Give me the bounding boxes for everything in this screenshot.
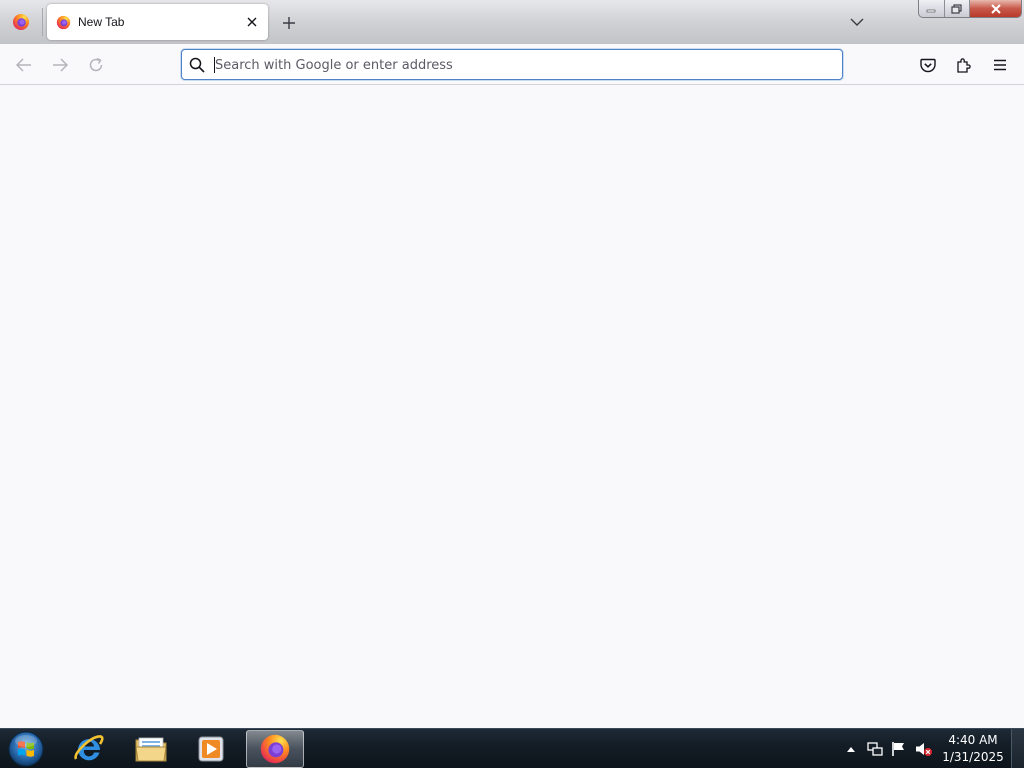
taskbar-clock[interactable]: 4:40 AM 1/31/2025 — [940, 732, 1006, 766]
tab-strip: New Tab — [0, 0, 1024, 44]
plus-icon — [283, 17, 295, 29]
taskbar-windows-explorer[interactable] — [122, 730, 180, 768]
clock-date: 1/31/2025 — [942, 750, 1004, 764]
taskbar-windows-media-player[interactable] — [182, 730, 240, 768]
network-icon — [867, 742, 883, 756]
save-to-pocket-button[interactable] — [916, 53, 940, 77]
reload-icon — [89, 57, 103, 72]
close-icon — [990, 3, 1001, 14]
window-controls — [918, 0, 1022, 18]
tab-new-tab[interactable]: New Tab — [47, 4, 268, 40]
firefox-logo-icon — [260, 734, 290, 764]
address-input[interactable] — [215, 54, 815, 76]
arrow-left-icon — [16, 58, 31, 72]
search-icon — [189, 57, 205, 73]
minimize-icon — [926, 9, 936, 12]
start-button[interactable] — [4, 730, 48, 768]
forward-button[interactable] — [48, 53, 72, 77]
windows-start-orb-icon — [8, 731, 44, 767]
new-tab-button[interactable] — [278, 12, 300, 34]
chevron-down-icon — [850, 18, 864, 26]
close-window-button[interactable] — [970, 0, 1021, 17]
tab-close-button[interactable] — [242, 12, 262, 32]
back-button[interactable] — [12, 53, 36, 77]
minimize-button[interactable] — [919, 0, 945, 17]
show-hidden-icons-icon — [847, 746, 855, 752]
application-menu-button[interactable] — [988, 53, 1012, 77]
network-tray-button[interactable] — [864, 729, 886, 768]
show-hidden-icons-button[interactable] — [844, 729, 858, 768]
taskbar-firefox[interactable] — [246, 730, 304, 768]
address-bar[interactable] — [181, 49, 843, 80]
reload-button[interactable] — [84, 53, 108, 77]
restore-button[interactable] — [945, 0, 971, 17]
taskbar-internet-explorer[interactable] — [60, 730, 118, 768]
volume-tray-button[interactable] — [912, 729, 936, 768]
tab-title: New Tab — [78, 15, 125, 29]
restore-icon — [951, 3, 962, 14]
close-icon — [247, 17, 257, 27]
extensions-button[interactable] — [952, 53, 976, 77]
media-player-icon — [198, 736, 224, 762]
firefox-view-button[interactable] — [0, 0, 42, 44]
firefox-logo-icon — [13, 14, 29, 30]
firefox-logo-icon — [56, 15, 71, 30]
list-all-tabs-button[interactable] — [846, 12, 868, 32]
puzzle-icon — [957, 58, 971, 73]
action-center-flag-icon — [892, 742, 904, 756]
folder-icon — [135, 737, 167, 762]
arrow-right-icon — [53, 58, 68, 72]
clock-time: 4:40 AM — [948, 733, 998, 747]
windows-taskbar: 4:40 AM 1/31/2025 — [0, 728, 1024, 768]
tab-separator — [42, 8, 43, 36]
action-center-button[interactable] — [888, 729, 910, 768]
navigation-toolbar — [0, 44, 1024, 85]
internet-explorer-icon — [74, 735, 104, 761]
pocket-icon — [920, 58, 936, 72]
page-content — [0, 85, 1024, 728]
show-desktop-button[interactable] — [1011, 729, 1024, 768]
hamburger-menu-icon — [994, 59, 1006, 71]
volume-muted-icon — [916, 743, 932, 756]
